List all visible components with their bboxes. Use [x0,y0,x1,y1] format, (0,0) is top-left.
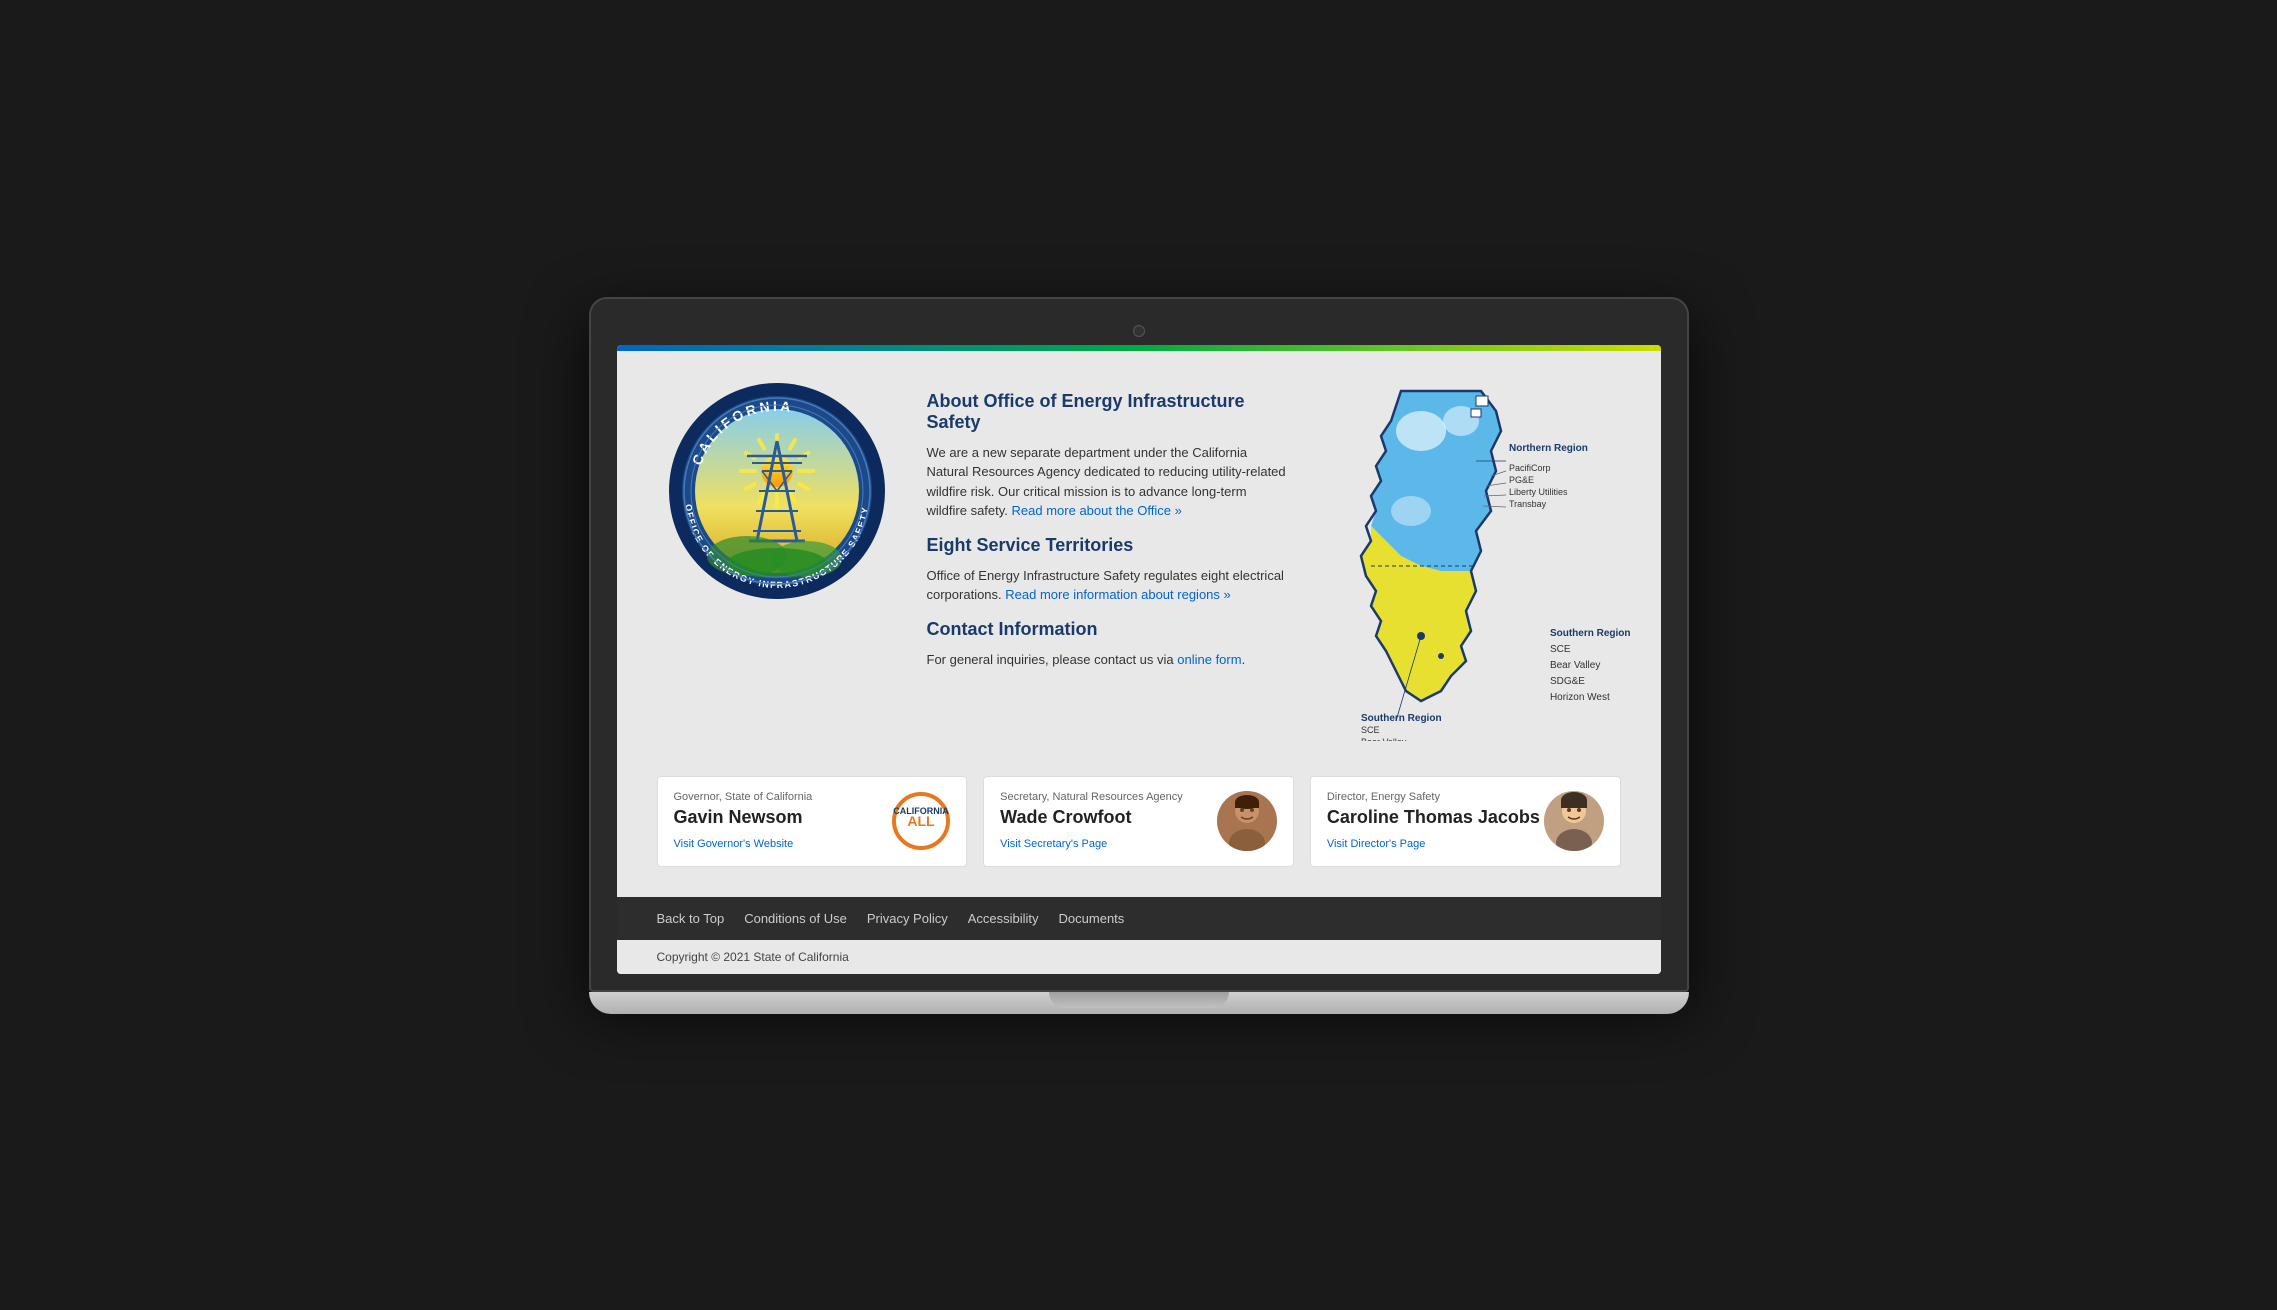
laptop-base [589,992,1689,1014]
governor-role: Governor, State of California [674,791,893,803]
svg-text:Transbay: Transbay [1509,499,1547,509]
footer-back-to-top-link[interactable]: Back to Top [657,911,725,926]
main-content-area: CALIFORNIA OFFICE OF ENERGY INFRASTRUCTU… [617,351,1661,776]
office-seal-logo: CALIFORNIA OFFICE OF ENERGY INFRASTRUCTU… [667,381,887,601]
svg-text:PacifiCorp: PacifiCorp [1509,463,1551,473]
svg-text:Bear Valley: Bear Valley [1361,737,1407,741]
contact-online-form-link[interactable]: online form [1177,652,1241,667]
territories-description: Office of Energy Infrastructure Safety r… [927,566,1291,605]
director-avatar [1544,791,1604,851]
director-name: Caroline Thomas Jacobs [1327,807,1544,828]
svg-text:PG&E: PG&E [1509,475,1534,485]
screen-bezel: CALIFORNIA OFFICE OF ENERGY INFRASTRUCTU… [589,297,1689,992]
northern-region-label: Northern Region [1509,443,1588,454]
secretary-card: Secretary, Natural Resources Agency Wade… [983,776,1294,867]
governor-name: Gavin Newsom [674,807,893,828]
contact-description: For general inquiries, please contact us… [927,650,1291,670]
horizon-west-label: Horizon West [1550,690,1631,706]
screen-content: CALIFORNIA OFFICE OF ENERGY INFRASTRUCTU… [617,345,1661,974]
director-page-link[interactable]: Visit Director's Page [1327,838,1426,850]
director-card: Director, Energy Safety Caroline Thomas … [1310,776,1621,867]
governor-info: Governor, State of California Gavin News… [674,791,893,852]
secretary-page-link[interactable]: Visit Secretary's Page [1000,838,1107,850]
svg-text:SCE: SCE [1361,725,1380,735]
director-link-container: Visit Director's Page [1327,834,1544,852]
governor-card: Governor, State of California Gavin News… [657,776,968,867]
footer-conditions-link[interactable]: Conditions of Use [744,911,847,926]
southern-region-label: Southern Region [1550,626,1631,642]
about-title: About Office of Energy Infrastructure Sa… [927,391,1291,433]
secretary-role: Secretary, Natural Resources Agency [1000,791,1217,803]
laptop-container: CALIFORNIA OFFICE OF ENERGY INFRASTRUCTU… [589,297,1689,1014]
contact-title: Contact Information [927,619,1291,640]
director-info: Director, Energy Safety Caroline Thomas … [1327,791,1544,852]
sce-label: SCE [1550,642,1631,658]
info-section: About Office of Energy Infrastructure Sa… [927,381,1291,684]
svg-text:Southern Region: Southern Region [1361,713,1442,724]
secretary-avatar [1217,791,1277,851]
secretary-info: Secretary, Natural Resources Agency Wade… [1000,791,1217,852]
california-all-logo: CALIFORNIA ALL [892,792,950,850]
secretary-link-container: Visit Secretary's Page [1000,834,1217,852]
bear-valley-label: Bear Valley [1550,658,1631,674]
svg-text:ALL: ALL [908,813,936,829]
governor-website-link[interactable]: Visit Governor's Website [674,838,794,850]
southern-labels: Southern Region SCE Bear Valley SDG&E Ho… [1550,626,1631,706]
logo-section: CALIFORNIA OFFICE OF ENERGY INFRASTRUCTU… [657,381,897,601]
footer-accessibility-link[interactable]: Accessibility [968,911,1039,926]
svg-text:Liberty Utilities: Liberty Utilities [1509,487,1568,497]
territories-read-more-link[interactable]: Read more information about regions » [1005,587,1230,602]
about-description: We are a new separate department under t… [927,443,1291,521]
director-role: Director, Energy Safety [1327,791,1544,803]
footer-documents-link[interactable]: Documents [1059,911,1125,926]
page-background: CALIFORNIA OFFICE OF ENERGY INFRASTRUCTU… [617,351,1661,897]
secretary-name: Wade Crowfoot [1000,807,1217,828]
sdge-label: SDG&E [1550,674,1631,690]
territories-title: Eight Service Territories [927,535,1291,556]
governor-link-container: Visit Governor's Website [674,834,893,852]
about-read-more-link[interactable]: Read more about the Office » [1012,503,1182,518]
map-section: Northern Region PacifiCorp PG&E Liberty … [1321,381,1621,746]
footer-navigation: Back to Top Conditions of Use Privacy Po… [617,897,1661,940]
footer-copyright: Copyright © 2021 State of California [617,940,1661,974]
people-section: Governor, State of California Gavin News… [617,776,1661,897]
copyright-text: Copyright © 2021 State of California [657,950,849,964]
footer-privacy-link[interactable]: Privacy Policy [867,911,948,926]
